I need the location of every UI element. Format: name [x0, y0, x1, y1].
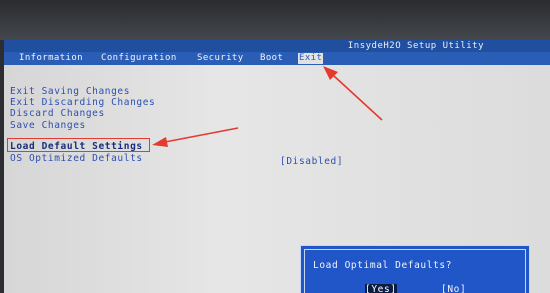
menu-exit[interactable]: Exit	[298, 53, 324, 64]
menu-bar: Information Configuration Security Boot …	[4, 52, 550, 65]
option-exit-saving-changes[interactable]: Exit Saving Changes	[10, 86, 130, 97]
dialog-yes-button[interactable]: [Yes]	[365, 284, 397, 293]
bios-screen: InsydeH2O Setup Utility Information Conf…	[4, 40, 550, 293]
dialog-frame	[304, 249, 526, 293]
option-discard-changes[interactable]: Discard Changes	[10, 108, 105, 119]
confirm-dialog: Load Optimal Defaults? [Yes] [No]	[300, 245, 530, 293]
dialog-title: Load Optimal Defaults?	[313, 260, 453, 271]
option-save-changes[interactable]: Save Changes	[10, 120, 86, 131]
option-exit-discarding-changes[interactable]: Exit Discarding Changes	[10, 97, 155, 108]
os-optimized-defaults-value[interactable]: [Disabled]	[280, 156, 343, 167]
menu-configuration[interactable]: Configuration	[100, 53, 178, 64]
dialog-no-button[interactable]: [No]	[441, 284, 466, 293]
title-bar: InsydeH2O Setup Utility	[4, 40, 550, 52]
menu-boot[interactable]: Boot	[259, 53, 284, 64]
annotation-highlight-box	[7, 138, 150, 152]
menu-information[interactable]: Information	[18, 53, 84, 64]
menu-security[interactable]: Security	[196, 53, 245, 64]
monitor-bezel-top	[0, 0, 550, 40]
option-os-optimized-defaults[interactable]: OS Optimized Defaults	[10, 153, 143, 164]
app-title: InsydeH2O Setup Utility	[347, 41, 484, 51]
